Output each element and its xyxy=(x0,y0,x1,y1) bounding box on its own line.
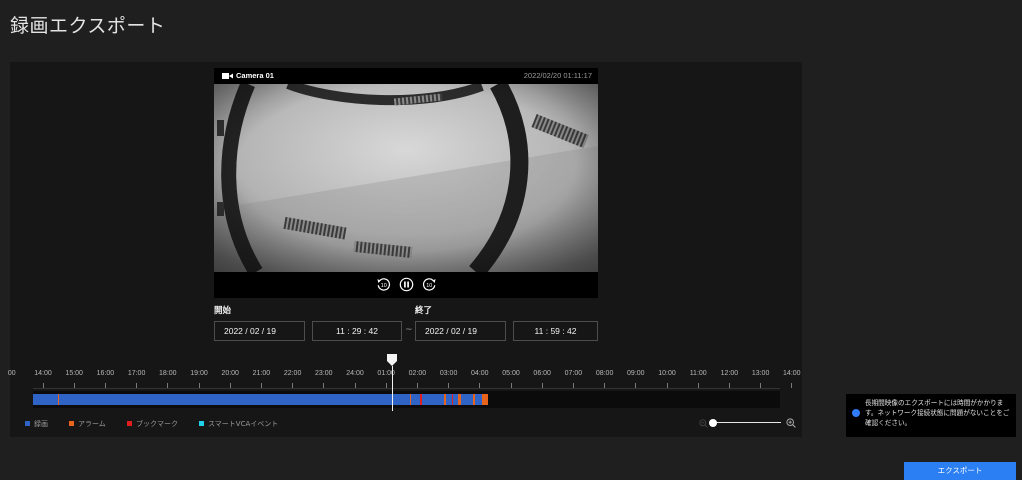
timeline-hour-label: 20:00 xyxy=(221,370,239,377)
legend-swatch-recording xyxy=(25,421,30,426)
timeline-hour-label: 22:00 xyxy=(283,370,302,377)
timeline-tick xyxy=(666,383,668,388)
start-time-field[interactable] xyxy=(312,321,402,341)
timeline-hour-label: 19:00 xyxy=(190,370,208,377)
timeline-tick xyxy=(448,383,450,388)
legend-swatch-alarm xyxy=(69,421,74,426)
start-label: 開始 xyxy=(214,306,232,316)
timeline-tick xyxy=(229,383,231,388)
timeline-tick xyxy=(572,383,574,388)
legend-label-bookmark: ブックマーク xyxy=(136,420,178,428)
start-date-field[interactable] xyxy=(214,321,305,341)
playback-controls: 10 10 xyxy=(214,272,598,298)
video-player: Camera 01 2022/02/20 01:11:17 10 10 xyxy=(214,68,598,298)
legend-label-recording: 録画 xyxy=(34,420,48,428)
timeline-tick xyxy=(604,383,606,388)
end-time-field[interactable] xyxy=(513,321,598,341)
video-timestamp: 2022/02/20 01:11:17 xyxy=(523,71,592,80)
timeline-tick xyxy=(292,383,294,388)
timeline-tick xyxy=(73,383,75,388)
timeline-tick xyxy=(104,383,106,388)
video-camera-icon xyxy=(222,73,233,79)
legend-label-alarm: アラーム xyxy=(78,420,106,428)
camera-feed-image xyxy=(214,84,598,272)
timeline-hour-label: 21:00 xyxy=(252,370,271,377)
timeline-hour-label: 03:00 xyxy=(439,370,458,377)
notice-line: 長期間映像のエクスポートには時間がかかりま xyxy=(865,399,1004,407)
zoom-slider[interactable] xyxy=(712,422,781,423)
end-date-field[interactable] xyxy=(415,321,506,341)
timeline-tick xyxy=(635,383,637,388)
alarm-marker xyxy=(481,394,489,405)
timeline-hour-label: 14:00 xyxy=(34,370,52,377)
timeline-hour-label: 13:00 xyxy=(751,370,770,377)
timeline-hour-label: 18:00 xyxy=(159,370,177,377)
timeline-hour-label: 06:00 xyxy=(533,370,551,377)
timeline-hour-label: 12:00 xyxy=(720,370,739,377)
timeline-hour-label: 16:00 xyxy=(96,370,115,377)
timeline-tick xyxy=(479,383,481,388)
range-separator: ~ xyxy=(405,325,413,335)
page-title: 録画エクスポート xyxy=(10,15,166,37)
timeline-hour-label: 07:00 xyxy=(564,370,583,377)
timeline-hour-label: 04:00 xyxy=(471,370,489,377)
rewind-seconds-label: 10 xyxy=(380,283,386,289)
playhead-marker-icon[interactable] xyxy=(387,354,398,366)
alarm-marker xyxy=(473,394,476,405)
timeline-hour-label: 09:00 xyxy=(627,370,645,377)
bookmark-marker xyxy=(420,394,422,405)
timeline-tick xyxy=(198,383,200,388)
timeline-tick xyxy=(416,383,418,388)
timeline-tick xyxy=(791,383,793,388)
timeline-tick xyxy=(260,383,262,388)
timeline-hour-label: 24:00 xyxy=(346,370,364,377)
alarm-marker xyxy=(57,394,60,405)
alarm-marker xyxy=(443,394,446,405)
rewind-10-icon[interactable]: 10 xyxy=(376,277,391,292)
timeline-tick xyxy=(697,383,699,388)
camera-name: Camera 01 xyxy=(236,71,274,80)
timeline-hour-label: 15:00 xyxy=(65,370,83,377)
timeline-axis-line xyxy=(33,388,780,389)
timeline-tick xyxy=(354,383,356,388)
timeline-hour-label: 08:00 xyxy=(595,370,614,377)
legend-swatch-smart-vca xyxy=(199,421,204,426)
timeline-hour-label: 02:00 xyxy=(408,370,427,377)
zoom-out-icon[interactable] xyxy=(699,419,708,428)
timeline-tick xyxy=(510,383,512,388)
forward-seconds-label: 10 xyxy=(426,283,432,289)
notice-line: す。ネットワーク接続状態に問題がないことをご xyxy=(865,409,1010,417)
forward-10-icon[interactable]: 10 xyxy=(422,277,437,292)
timeline-hour-label: 11:00 xyxy=(689,370,707,377)
timeline-hour-label: 23:00 xyxy=(315,370,333,377)
playhead-line xyxy=(391,366,393,411)
timeline-tick xyxy=(728,383,730,388)
timeline-tick xyxy=(760,383,762,388)
alarm-marker xyxy=(458,394,461,405)
end-label: 終了 xyxy=(415,306,433,316)
timeline-tick xyxy=(42,383,44,388)
timeline-tick xyxy=(541,383,543,388)
timeline-tick xyxy=(385,383,387,388)
export-notice: 長期間映像のエクスポートには時間がかかりま す。ネットワーク接続状態に問題がない… xyxy=(846,394,1016,437)
timeline-hour-label: 10:00 xyxy=(658,370,676,377)
timeline-hour-label: 05:00 xyxy=(502,370,520,377)
timeline-hour-label: 00 xyxy=(7,370,16,377)
timeline-tick xyxy=(323,383,325,388)
timeline-hour-label: 17:00 xyxy=(127,370,146,377)
pause-icon[interactable] xyxy=(399,277,414,292)
zoom-in-icon[interactable] xyxy=(786,418,796,428)
timeline-tick xyxy=(136,383,138,388)
legend-label-smart-vca: スマートVCAイベント xyxy=(208,420,279,428)
alarm-marker xyxy=(409,394,412,405)
bookmark-marker xyxy=(451,394,454,405)
timeline-hour-label: 14:00 xyxy=(783,370,801,377)
notice-line: 確認ください。 xyxy=(865,419,912,427)
export-button[interactable]: エクスポート xyxy=(904,462,1016,480)
timeline-tick xyxy=(167,383,169,388)
legend-swatch-bookmark xyxy=(127,421,132,426)
info-icon xyxy=(852,409,860,417)
